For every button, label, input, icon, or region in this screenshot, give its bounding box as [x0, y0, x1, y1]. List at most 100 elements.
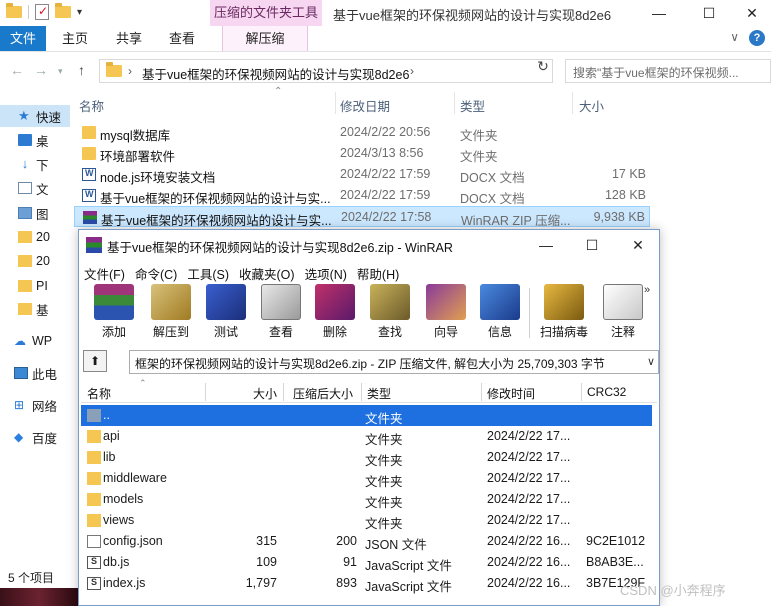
nav-item-documents[interactable]: 文 — [0, 177, 70, 199]
column-type[interactable]: 类型 — [367, 385, 391, 402]
column-divider[interactable] — [454, 92, 455, 114]
column-date[interactable]: 修改日期 — [340, 96, 390, 115]
nav-item-desktop[interactable]: 桌 — [0, 129, 70, 151]
tab-home[interactable]: 主页 — [52, 26, 98, 51]
column-modified[interactable]: 修改时间 — [487, 385, 535, 402]
file-name: 基于vue框架的环保视频网站的设计与实... — [101, 214, 332, 228]
winrar-close-button[interactable]: ✕ — [623, 234, 653, 256]
menu-favorites[interactable]: 收藏夹(O) — [239, 260, 302, 282]
menu-help[interactable]: 帮助(H) — [357, 260, 406, 282]
tab-extract[interactable]: 解压缩 — [222, 26, 308, 51]
column-type[interactable]: 类型 — [460, 96, 485, 115]
toolbar-wizard-button[interactable]: 向导 — [419, 284, 473, 342]
toolbar-view-button[interactable]: 查看 — [254, 284, 308, 342]
up-one-level-icon[interactable]: ⬆ — [83, 350, 107, 372]
up-arrow-icon[interactable]: ↑ — [78, 62, 85, 78]
column-divider[interactable] — [481, 383, 482, 401]
address-bar[interactable]: › 基于vue框架的环保视频网站的设计与实现8d2e6 › ∨ — [99, 59, 624, 83]
refresh-icon[interactable]: ↻ — [534, 58, 552, 78]
menu-commands[interactable]: 命令(C) — [135, 260, 184, 282]
back-arrow-icon[interactable]: ← — [10, 62, 24, 78]
archive-row[interactable]: index.js 1,797 893 JavaScript 文件 2024/2/… — [81, 573, 652, 594]
chevron-right-icon[interactable]: › — [128, 64, 132, 78]
nav-item-network[interactable]: ⊞ 网络 — [0, 394, 70, 416]
qat-customize-icon[interactable]: ▾ — [77, 7, 82, 18]
ribbon-expand-icon[interactable]: ∨ — [730, 30, 739, 46]
winrar-app-icon — [86, 237, 102, 253]
archive-path-field[interactable]: 框架的环保视频网站的设计与实现8d2e6.zip - ZIP 压缩文件, 解包大… — [129, 350, 659, 374]
column-divider[interactable] — [572, 92, 573, 114]
tab-file[interactable]: 文件 — [0, 26, 46, 51]
nav-item-pictures[interactable]: 图 — [0, 202, 70, 224]
toolbar-test-button[interactable]: 测试 — [199, 284, 253, 342]
column-divider[interactable] — [361, 383, 362, 401]
column-divider[interactable] — [335, 92, 336, 114]
column-size[interactable]: 大小 — [579, 96, 604, 115]
column-divider[interactable] — [581, 383, 582, 401]
view-icon — [261, 284, 301, 320]
nav-item-folder[interactable]: 20 — [0, 226, 70, 248]
toolbar-virus-scan-button[interactable]: 扫描病毒 — [537, 284, 591, 342]
navigation-pane: ★ 快速 桌 ↓ 下 文 图 20 20 PI 基 ☁ WP 此电 ⊞ 网络 ◆ 百度 — [0, 96, 70, 582]
archive-item-crc: B8AB3E... — [586, 555, 644, 569]
archive-row[interactable]: views 文件夹 2024/2/22 17... — [81, 510, 652, 531]
nav-item-this-pc[interactable]: 此电 — [0, 362, 70, 384]
file-row[interactable]: mysql数据库 2024/2/22 20:56 文件夹 — [74, 122, 650, 143]
column-crc32[interactable]: CRC32 — [587, 385, 626, 399]
archive-row[interactable]: middleware 文件夹 2024/2/22 17... — [81, 468, 652, 489]
column-name[interactable]: 名称 — [79, 96, 104, 115]
nav-item-folder[interactable]: 20 — [0, 250, 70, 272]
explorer-minimize-button[interactable]: — — [636, 0, 682, 26]
column-size[interactable]: 大小 — [253, 385, 277, 402]
winrar-toolbar: 添加 解压到 测试 查看 删除 查找 向导 信息 扫描病毒 注释 » — [79, 282, 659, 344]
explorer-close-button[interactable]: ✕ — [732, 0, 771, 26]
new-folder-icon[interactable] — [55, 3, 71, 20]
toolbar-extract-button[interactable]: 解压到 — [144, 284, 198, 342]
tab-share[interactable]: 共享 — [106, 26, 152, 51]
search-input[interactable]: 搜索"基于vue框架的环保视频... — [565, 59, 771, 83]
menu-file[interactable]: 文件(F) — [84, 260, 132, 282]
toolbar-delete-button[interactable]: 删除 — [308, 284, 362, 342]
toolbar-info-button[interactable]: 信息 — [473, 284, 527, 342]
file-row[interactable]: node.js环境安装文档 2024/2/22 17:59 DOCX 文档 17… — [74, 164, 650, 185]
nav-item-folder[interactable]: 基 — [0, 298, 70, 320]
explorer-maximize-button[interactable]: ☐ — [686, 0, 732, 26]
column-divider[interactable] — [205, 383, 206, 401]
menu-tools[interactable]: 工具(S) — [187, 260, 236, 282]
recent-locations-icon[interactable]: ▾ — [58, 66, 63, 77]
toolbar-comment-button[interactable]: 注释 — [596, 284, 650, 342]
winrar-minimize-button[interactable]: — — [531, 234, 561, 256]
path-dropdown-icon[interactable]: ∨ — [643, 355, 655, 368]
nav-item-quick-access[interactable]: ★ 快速 — [0, 105, 70, 127]
winrar-maximize-button[interactable]: ☐ — [577, 234, 607, 256]
archive-row[interactable]: config.json 315 200 JSON 文件 2024/2/22 16… — [81, 531, 652, 552]
file-row[interactable]: 基于vue框架的环保视频网站的设计与实... 2024/2/22 17:59 D… — [74, 185, 650, 206]
column-name[interactable]: 名称 — [87, 385, 111, 402]
toolbar-add-button[interactable]: 添加 — [87, 284, 141, 342]
nav-item-label: 文 — [36, 182, 49, 197]
nav-item-wps-cloud[interactable]: ☁ WP — [0, 330, 70, 352]
help-icon[interactable]: ? — [749, 30, 765, 46]
chevron-right-icon[interactable]: › — [410, 64, 414, 78]
file-row-selected[interactable]: 基于vue框架的环保视频网站的设计与实... 2024/2/22 17:58 W… — [74, 206, 650, 228]
tab-view[interactable]: 查看 — [158, 26, 206, 51]
toolbar-label: 扫描病毒 — [539, 325, 588, 339]
column-packed-size[interactable]: 压缩后大小 — [293, 385, 353, 402]
archive-row-selected[interactable]: .. 文件夹 — [81, 405, 652, 426]
toolbar-overflow-icon[interactable]: » — [644, 284, 650, 296]
archive-row[interactable]: models 文件夹 2024/2/22 17... — [81, 489, 652, 510]
quick-access-toolbar: ▾ — [6, 3, 82, 20]
toolbar-find-button[interactable]: 查找 — [363, 284, 417, 342]
archive-row[interactable]: api 文件夹 2024/2/22 17... — [81, 426, 652, 447]
column-divider[interactable] — [283, 383, 284, 401]
archive-row[interactable]: db.js 109 91 JavaScript 文件 2024/2/22 16.… — [81, 552, 652, 573]
menu-options[interactable]: 选项(N) — [305, 260, 354, 282]
nav-item-baidu[interactable]: ◆ 百度 — [0, 426, 70, 448]
archive-row[interactable]: lib 文件夹 2024/2/22 17... — [81, 447, 652, 468]
file-row[interactable]: 环境部署软件 2024/3/13 8:56 文件夹 — [74, 143, 650, 164]
nav-item-folder[interactable]: PI — [0, 275, 70, 297]
nav-item-downloads[interactable]: ↓ 下 — [0, 153, 70, 175]
forward-arrow-icon[interactable]: → — [34, 62, 48, 78]
properties-icon[interactable] — [35, 4, 49, 20]
address-path[interactable]: 基于vue框架的环保视频网站的设计与实现8d2e6 — [142, 64, 409, 83]
